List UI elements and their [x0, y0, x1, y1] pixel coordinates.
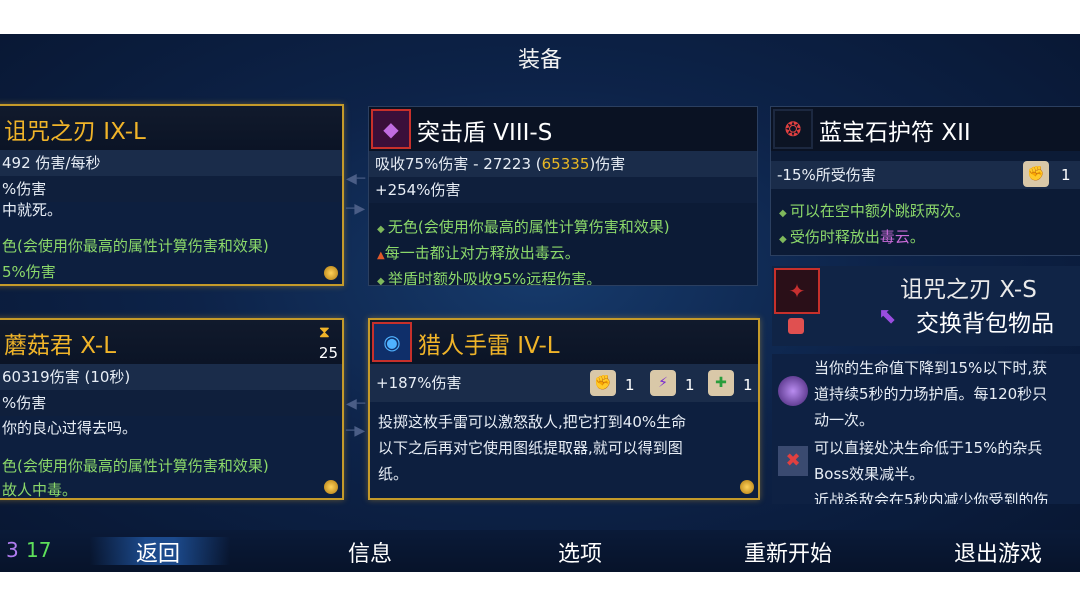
- swap-details-panel: 当你的生命值下降到15%以下时,获 道持续5秒的力场护盾。每120秒只 动一次。…: [772, 354, 1080, 504]
- card-header: ◆ 突击盾 VIII-S: [369, 107, 757, 151]
- item-affix: ◆ 举盾时额外吸收95%远程伤害。: [377, 270, 602, 286]
- amulet-icon: ❂: [773, 109, 813, 149]
- execution-icon: ✖: [778, 446, 808, 476]
- arrow-right-icon: ─▶: [346, 423, 366, 439]
- item-name: 猎人手雷 IV-L: [418, 333, 560, 359]
- item-stat: 吸收75%伤害 - 27223 (65335)伤害: [369, 151, 757, 177]
- mutation-text: 动一次。: [814, 411, 875, 429]
- scroll-icon: ✊: [1023, 161, 1049, 187]
- swap-button-icon[interactable]: ⬉: [878, 304, 904, 330]
- scroll-tactics-icon: ⚡: [650, 370, 676, 396]
- swap-label[interactable]: 交换背包物品: [916, 304, 1054, 338]
- info-button[interactable]: 信息: [348, 536, 392, 568]
- arrow-right-icon: ─▶: [346, 201, 366, 217]
- item-description: 你的良心过得去吗。: [2, 419, 138, 437]
- grenade-icon: ◉: [372, 322, 412, 362]
- item-affix: ◆ 无色(会使用你最高的属性计算伤害和效果): [377, 218, 670, 236]
- item-name: 蘑菇君 X-L: [4, 333, 117, 359]
- item-affix: 5%伤害: [2, 263, 56, 281]
- arrow-left-icon: ◀─: [346, 171, 366, 187]
- item-stat: +254%伤害: [369, 177, 757, 203]
- item-affix: 故人中毒。: [2, 481, 78, 499]
- bottom-menu-bar: 3 17 返回 信息 选项 重新开始 退出游戏: [0, 530, 1080, 572]
- item-affix: ◆ 可以在空中额外跳跃两次。: [779, 202, 970, 220]
- screen-title: 装备: [517, 48, 562, 73]
- shield-icon: ◆: [371, 109, 411, 149]
- cell-count-a: 3: [6, 538, 19, 562]
- mutation-text: 道持续5秒的力场护盾。每120秒只: [814, 385, 1048, 403]
- scroll-survival-icon: ✚: [708, 370, 734, 396]
- scroll-count: 1: [1061, 166, 1071, 184]
- scroll-count: 1: [625, 376, 635, 394]
- mutation-text: 近战杀敌会在5秒内减少你受到的伤: [814, 491, 1049, 504]
- gem-icon: [324, 266, 338, 280]
- item-description: 纸。: [378, 465, 409, 483]
- gem-icon: [740, 480, 754, 494]
- item-name: 蓝宝石护符 XII: [819, 120, 971, 146]
- scroll-brutality-icon: ✊: [590, 370, 616, 396]
- card-header: ❂ 蓝宝石护符 XII: [771, 107, 1080, 151]
- item-name: 诅咒之刃 IX-L: [4, 119, 146, 145]
- arrow-left-icon: ◀─: [346, 396, 366, 412]
- item-affix: 色(会使用你最高的属性计算伤害和效果): [2, 237, 269, 255]
- gem-icon: [324, 480, 338, 494]
- cooldown-timer: 25: [318, 344, 338, 362]
- equipment-screen: 装备 诅咒之刃 IX-L 492 伤害/每秒 %伤害 中就死。 色(会使用你最高…: [0, 34, 1080, 572]
- scroll-count: 1: [685, 376, 695, 394]
- cell-count-b: 17: [26, 538, 52, 562]
- mutation-text: 可以直接处决生命低于15%的杂兵: [814, 439, 1043, 457]
- swap-item-name: 诅咒之刃 X-S: [900, 277, 1037, 303]
- item-stat: 60319伤害 (10秒): [0, 364, 342, 390]
- cursed-sword-icon: ✦: [774, 268, 820, 314]
- item-affix: ▲每一击都让对方释放出毒云。: [377, 244, 580, 262]
- item-card-assault-shield[interactable]: ◆ 突击盾 VIII-S 吸收75%伤害 - 27223 (65335)伤害 +…: [368, 106, 758, 286]
- quit-game-button[interactable]: 退出游戏: [954, 536, 1042, 568]
- scroll-count: 1: [743, 376, 753, 394]
- back-button[interactable]: 返回: [136, 536, 180, 568]
- card-header: 诅咒之刃 IX-L: [0, 106, 342, 150]
- item-card-mushroom-boi[interactable]: 蘑菇君 X-L ⧗ 25 60319伤害 (10秒) %伤害 你的良心过得去吗。…: [0, 318, 344, 500]
- item-description: 中就死。: [2, 201, 63, 219]
- item-stat: %伤害: [0, 390, 342, 416]
- swap-backpack-panel[interactable]: ✦ 诅咒之刃 X-S ⬉ 交换背包物品: [772, 266, 1080, 346]
- stat-highlight: 65335: [541, 155, 590, 173]
- options-button[interactable]: 选项: [558, 536, 602, 568]
- item-card-hunters-grenade[interactable]: ◉ 猎人手雷 IV-L +187%伤害 ✊ 1 ⚡ 1 ✚ 1 投掷这枚手雷可以…: [368, 318, 760, 500]
- mutation-text: 当你的生命值下降到15%以下时,获: [814, 359, 1048, 377]
- item-affix: ◆ 受伤时释放出毒云。: [779, 228, 925, 246]
- hand-icon: [788, 318, 804, 334]
- card-header: ◉ 猎人手雷 IV-L: [370, 320, 758, 364]
- item-description: 以下之后再对它使用图纸提取器,就可以得到图: [378, 439, 683, 457]
- restart-button[interactable]: 重新开始: [744, 536, 832, 568]
- item-stat: +187%伤害: [370, 364, 758, 402]
- item-description: 投掷这枚手雷可以激怒敌人,把它打到40%生命: [378, 413, 687, 431]
- item-affix: 色(会使用你最高的属性计算伤害和效果): [2, 457, 269, 475]
- item-card-sapphire-amulet[interactable]: ❂ 蓝宝石护符 XII -15%所受伤害 ✊ 1 ◆ 可以在空中额外跳跃两次。 …: [770, 106, 1080, 256]
- mutation-text: Boss效果减半。: [814, 465, 925, 483]
- stat-prefix: 吸收75%伤害 - 27223 (: [375, 155, 542, 173]
- hourglass-icon: ⧗: [318, 322, 330, 341]
- item-card-cursed-sword[interactable]: 诅咒之刃 IX-L 492 伤害/每秒 %伤害 中就死。 色(会使用你最高的属性…: [0, 104, 344, 286]
- card-header: 蘑菇君 X-L ⧗ 25: [0, 320, 342, 364]
- stat-suffix: )伤害: [589, 155, 626, 173]
- item-stat: 492 伤害/每秒: [0, 150, 342, 176]
- force-shield-icon: [778, 376, 808, 406]
- item-name: 突击盾 VIII-S: [417, 120, 553, 146]
